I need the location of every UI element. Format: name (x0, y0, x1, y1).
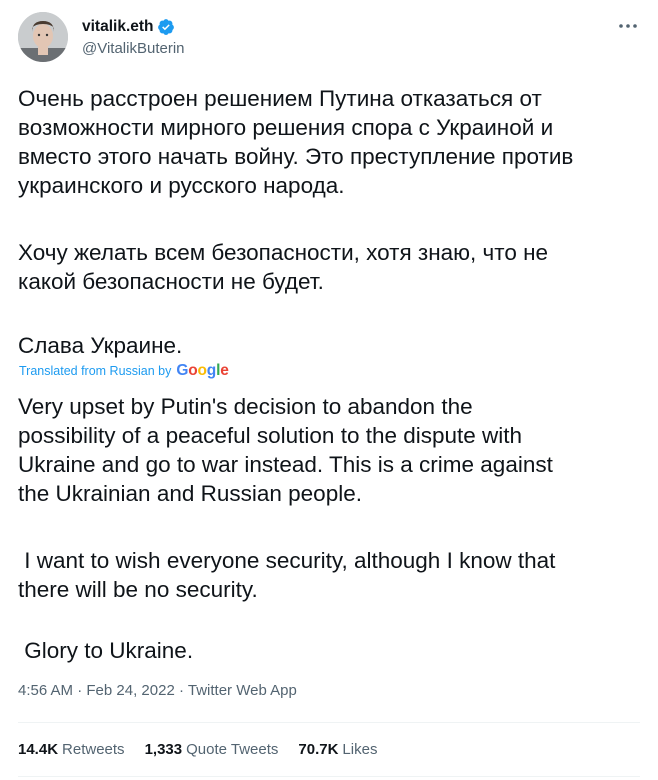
tweet-source[interactable]: Twitter Web App (188, 682, 297, 699)
user-block: vitalik.eth @VitalikButerin (82, 16, 185, 57)
translated-paragraph-3: Glory to Ukraine. (18, 638, 194, 663)
google-logo: Google (176, 362, 229, 379)
retweets-count: 14.4K (18, 741, 59, 758)
translated-paragraph-1: Very upset by Putin's decision to abando… (18, 394, 553, 506)
translation-note-text: Translated from Russian by (19, 364, 172, 378)
verified-badge-icon (157, 18, 175, 36)
user-handle[interactable]: @VitalikButerin (82, 40, 185, 57)
tweet-header: vitalik.eth @VitalikButerin (18, 12, 640, 62)
original-paragraph-2: Хочу желать всем безопасности, хотя знаю… (18, 240, 549, 294)
divider (18, 722, 640, 723)
likes-stat[interactable]: 70.7K Likes (298, 741, 377, 758)
name-row: vitalik.eth (82, 16, 185, 38)
tweet-time[interactable]: 4:56 AM (18, 682, 73, 699)
meta-separator: · (178, 682, 188, 699)
avatar-photo (18, 12, 68, 62)
divider (18, 776, 640, 777)
tweet-stats: 14.4K Retweets 1,333 Quote Tweets 70.7K Lik… (18, 741, 377, 758)
original-paragraph-1: Очень расстроен решением Путина отказать… (18, 86, 574, 198)
more-dots-icon[interactable] (616, 16, 640, 36)
display-name[interactable]: vitalik.eth (82, 18, 154, 36)
likes-count: 70.7K (298, 741, 339, 758)
avatar[interactable] (18, 12, 68, 62)
tweet-date[interactable]: Feb 24, 2022 (86, 682, 174, 699)
likes-label: Likes (342, 741, 378, 758)
retweets-label: Retweets (62, 741, 125, 758)
retweets-stat[interactable]: 14.4K Retweets (18, 741, 125, 758)
meta-separator: · (77, 682, 87, 699)
tweet-meta: 4:56 AM · Feb 24, 2022 · Twitter Web App (18, 682, 297, 699)
translation-note[interactable]: Translated from Russian by Google (19, 362, 229, 380)
quote-tweets-stat[interactable]: 1,333 Quote Tweets (145, 741, 279, 758)
translated-paragraph-2: I want to wish everyone security, althou… (18, 548, 556, 602)
quote-tweets-label: Quote Tweets (186, 741, 279, 758)
quote-tweets-count: 1,333 (144, 741, 183, 758)
original-paragraph-3: Слава Украине. (18, 333, 183, 358)
tweet-card: vitalik.eth @VitalikButerin Очень расстр… (0, 0, 658, 780)
